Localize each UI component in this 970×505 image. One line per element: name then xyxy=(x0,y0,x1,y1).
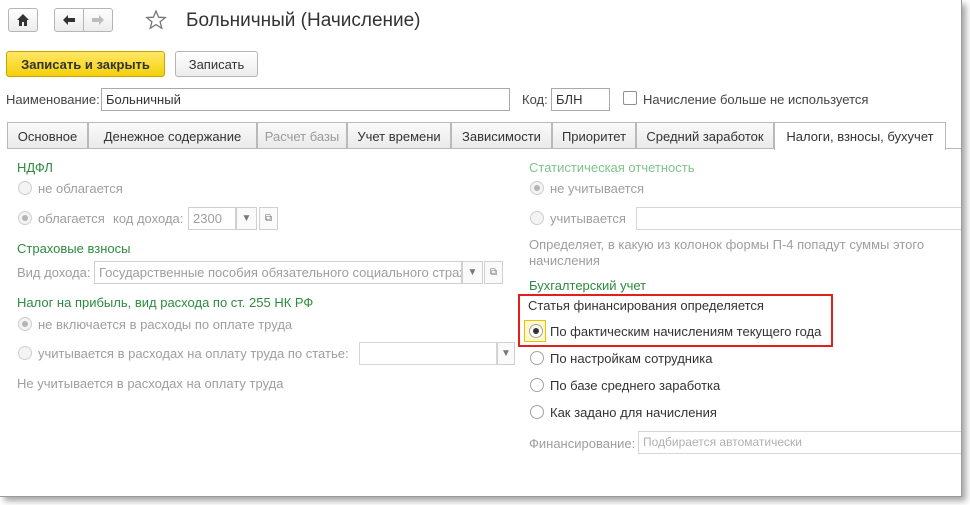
home-button[interactable] xyxy=(8,8,38,32)
accounting-section-title: Бухгалтерский учет xyxy=(529,278,647,293)
home-icon xyxy=(17,14,29,26)
tab-main[interactable]: Основное xyxy=(7,122,88,149)
ndfl-not-taxed-label: не облагается xyxy=(38,181,123,196)
income-code-field[interactable]: 2300 xyxy=(188,207,236,230)
ndfl-section-title: НДФЛ xyxy=(17,160,53,175)
financing-label: Финансирование: xyxy=(529,436,636,451)
save-and-close-button[interactable]: Записать и закрыть xyxy=(6,51,165,77)
income-type-open[interactable]: ⧉ xyxy=(484,261,503,284)
ndfl-not-taxed-radio[interactable] xyxy=(18,181,32,195)
chevron-down-icon: ▼ xyxy=(241,213,252,224)
profit-note: Не учитывается в расходах на оплату труд… xyxy=(17,376,284,391)
tab-priority[interactable]: Приоритет xyxy=(552,122,636,149)
code-field[interactable]: БЛН xyxy=(551,88,610,111)
stat-counted-radio[interactable] xyxy=(530,211,544,225)
unused-checkbox[interactable] xyxy=(623,91,637,105)
stat-section-title: Статистическая отчетность xyxy=(529,160,695,175)
chevron-down-icon: ▼ xyxy=(501,348,511,359)
fund-employee-label: По настройкам сотрудника xyxy=(550,351,713,366)
stat-not-counted-label: не учитывается xyxy=(550,181,644,196)
profit-article-dropdown[interactable]: ▼ xyxy=(497,342,515,365)
fund-actual-radio[interactable] xyxy=(529,324,543,338)
income-type-label: Вид дохода: xyxy=(17,265,91,280)
fund-average-label: По базе среднего заработка xyxy=(550,378,721,393)
funding-heading: Статья финансирования определяется xyxy=(528,298,764,313)
name-field[interactable]: Больничный xyxy=(101,88,510,111)
stat-note: Определяет, в какую из колонок формы П-4… xyxy=(529,237,925,268)
tab-bar: Основное Денежное содержание Расчет базы… xyxy=(7,122,961,150)
fund-actual-label: По фактическим начислениям текущего года xyxy=(550,324,822,339)
open-icon: ⧉ xyxy=(264,213,273,224)
fund-as-set-label: Как задано для начисления xyxy=(550,405,717,420)
income-type-field[interactable]: Государственные пособия обязательного со… xyxy=(94,261,462,284)
unused-label: Начисление больше не используется xyxy=(643,92,869,107)
profit-not-included-label: не включается в расходы по оплате труда xyxy=(38,317,293,332)
stat-counted-label: учитывается xyxy=(550,211,626,226)
income-code-dropdown[interactable]: ▼ xyxy=(236,207,257,230)
tab-time-accounting[interactable]: Учет времени xyxy=(347,122,451,149)
name-label: Наименование: xyxy=(6,92,100,107)
fund-as-set-radio[interactable] xyxy=(530,405,544,419)
insurance-section-title: Страховые взносы xyxy=(17,241,131,256)
open-icon: ⧉ xyxy=(489,267,498,278)
profit-not-included-radio[interactable] xyxy=(18,317,32,331)
arrow-left-icon xyxy=(63,15,75,25)
tab-dependencies[interactable]: Зависимости xyxy=(451,122,552,149)
code-label: Код: xyxy=(522,92,548,107)
favorite-star-icon[interactable] xyxy=(144,9,168,34)
ndfl-taxed-label: облагается xyxy=(38,211,105,226)
tab-base-calc[interactable]: Расчет базы xyxy=(257,122,347,149)
income-code-label: код дохода: xyxy=(113,211,184,226)
income-type-dropdown[interactable]: ▼ xyxy=(462,261,483,284)
profit-article-field[interactable] xyxy=(359,342,497,365)
fund-average-radio[interactable] xyxy=(530,378,544,392)
save-button[interactable]: Записать xyxy=(175,51,258,77)
income-code-open[interactable]: ⧉ xyxy=(259,207,278,230)
profit-tax-section-title: Налог на прибыль, вид расхода по ст. 255… xyxy=(17,295,314,310)
tab-salary[interactable]: Денежное содержание xyxy=(88,122,257,149)
tab-average-earnings[interactable]: Средний заработок xyxy=(636,122,774,149)
profit-included-label: учитывается в расходах на оплату труда п… xyxy=(38,346,349,361)
forward-button[interactable] xyxy=(83,8,113,32)
profit-included-radio[interactable] xyxy=(18,346,32,360)
tab-taxes[interactable]: Налоги, взносы, бухучет xyxy=(774,122,946,150)
page-title: Больничный (Начисление) xyxy=(186,10,421,31)
stat-column-field[interactable] xyxy=(636,207,961,230)
financing-field[interactable]: Подбирается автоматически xyxy=(638,431,961,454)
document-window: Больничный (Начисление) Записать и закры… xyxy=(0,0,962,497)
stat-not-counted-radio[interactable] xyxy=(530,181,544,195)
arrow-right-icon xyxy=(92,15,104,25)
back-button[interactable] xyxy=(54,8,84,32)
ndfl-taxed-radio[interactable] xyxy=(18,211,32,225)
fund-employee-radio[interactable] xyxy=(530,351,544,365)
chevron-down-icon: ▼ xyxy=(467,267,478,278)
